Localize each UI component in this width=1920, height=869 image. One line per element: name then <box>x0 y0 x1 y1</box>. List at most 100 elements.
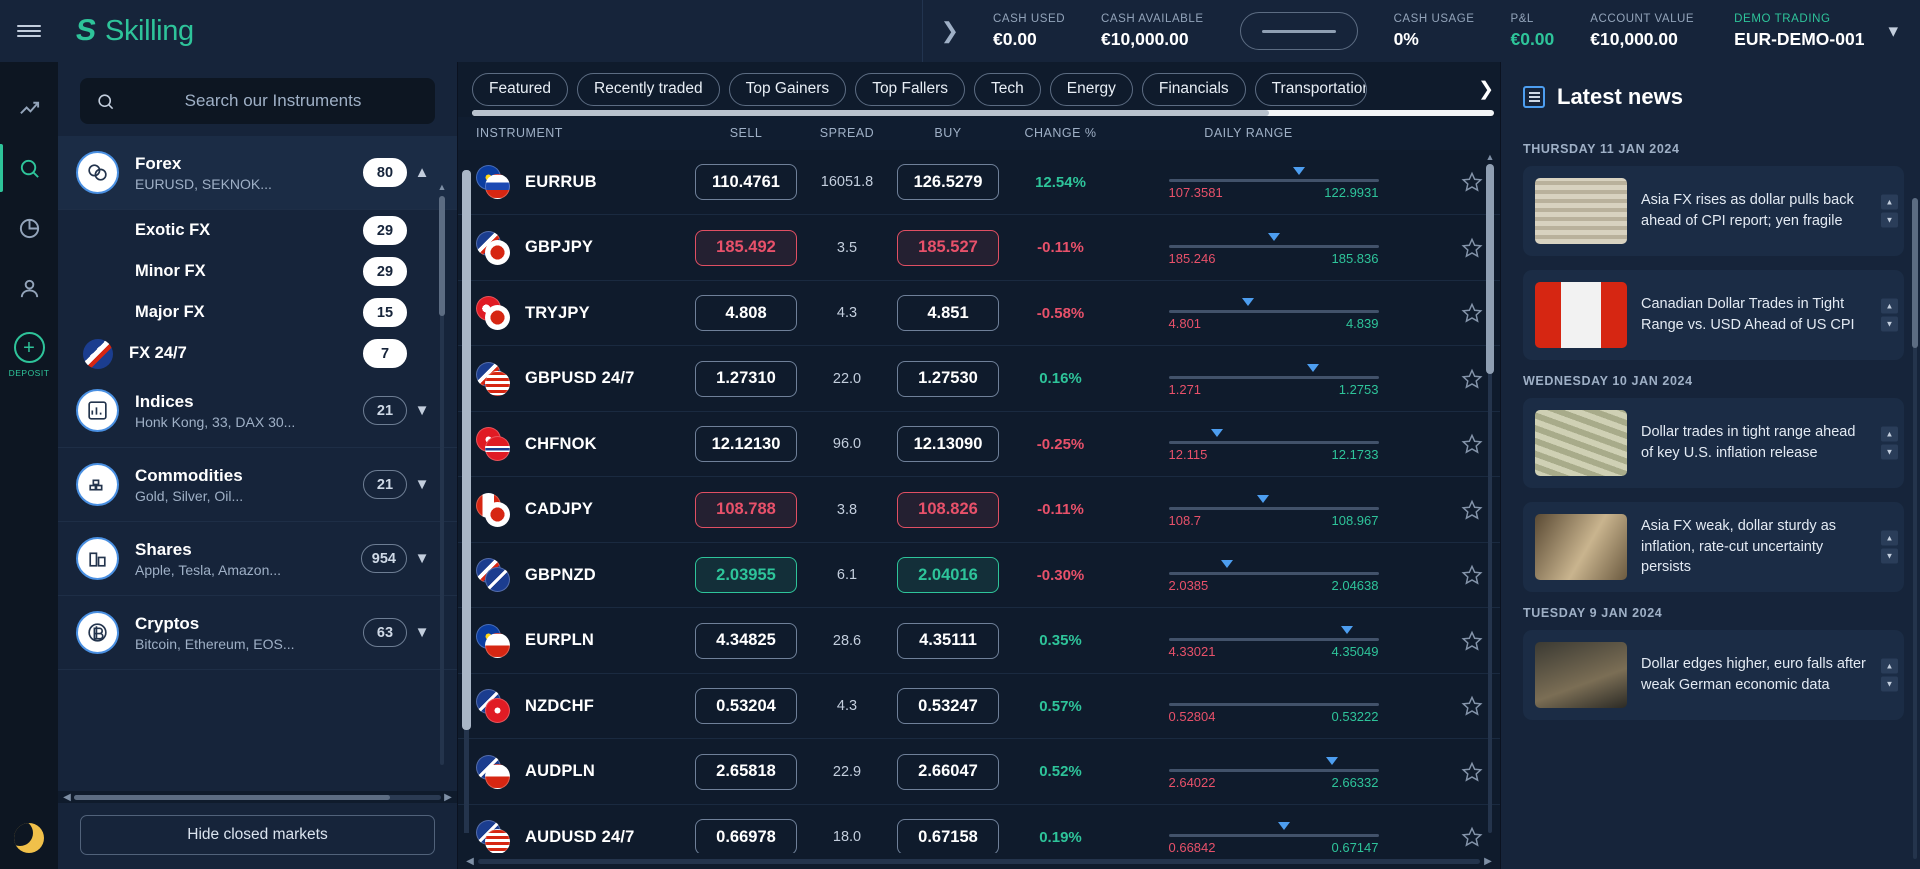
sell-price-button[interactable]: 2.03955 <box>695 557 797 594</box>
tab-transportation[interactable]: Transportation <box>1254 72 1367 106</box>
table-scrollbar[interactable]: ▲ <box>1484 152 1496 845</box>
news-item[interactable]: Dollar edges higher, euro falls after we… <box>1523 630 1904 720</box>
buy-price-button[interactable]: 0.53247 <box>897 688 999 725</box>
scroll-left-icon[interactable]: ◀ <box>60 792 74 803</box>
sidebar-category-commodities[interactable]: Commodities Gold, Silver, Oil... 21 ▼ <box>58 448 457 522</box>
sell-price-button[interactable]: 12.12130 <box>695 426 797 463</box>
table-row[interactable]: TRYJPY 4.808 4.3 4.851 -0.58% 4.801 4.839 <box>458 281 1500 347</box>
hide-closed-markets-button[interactable]: Hide closed markets <box>80 815 435 855</box>
buy-price-button[interactable]: 0.67158 <box>897 819 999 854</box>
rail-item-account[interactable] <box>0 258 58 318</box>
news-item[interactable]: Dollar trades in tight range ahead of ke… <box>1523 398 1904 488</box>
sidebar-subcategory-exotic-fx[interactable]: Exotic FX 29 <box>58 210 457 251</box>
sidebar-category-cryptos[interactable]: Cryptos Bitcoin, Ethereum, EOS... 63 ▼ <box>58 596 457 670</box>
scroll-right-icon[interactable]: ▶ <box>441 792 455 803</box>
sell-price-button[interactable]: 4.808 <box>695 295 797 332</box>
brand-logo[interactable]: S Skilling <box>58 14 194 48</box>
sell-price-button[interactable]: 110.4761 <box>695 164 797 201</box>
tab-recently-traded[interactable]: Recently traded <box>577 72 720 106</box>
chevron-up-icon[interactable]: ▲ <box>407 164 437 181</box>
table-hscrollbar[interactable]: ◀ ▶ <box>458 853 1500 869</box>
cash-usage-gauge[interactable] <box>1239 12 1358 50</box>
sell-price-button[interactable]: 185.492 <box>695 229 797 266</box>
buy-price-button[interactable]: 4.35111 <box>897 622 999 659</box>
sidebar-subcategory-fx-24-7[interactable]: FX 24/7 7 <box>58 333 457 374</box>
sidebar-hscrollbar[interactable]: ◀ ▶ <box>58 791 457 803</box>
table-row[interactable]: GBPUSD 24/7 1.27310 22.0 1.27530 0.16% 1.271 1… <box>458 346 1500 412</box>
sidebar-category-forex[interactable]: Forex EURUSD, SEKNOK... 80 ▲ <box>58 136 457 210</box>
chevron-down-icon[interactable]: ▼ <box>1881 676 1898 692</box>
search-input[interactable] <box>127 91 419 111</box>
sell-price-button[interactable]: 0.66978 <box>695 819 797 854</box>
demo-account[interactable]: DEMO TRADING EUR-DEMO-001 <box>1712 13 1874 50</box>
table-row[interactable]: AUDPLN 2.65818 22.9 2.66047 0.52% 2.64022 2.66… <box>458 739 1500 805</box>
search-box[interactable] <box>80 78 435 124</box>
theme-toggle-icon[interactable] <box>14 823 44 853</box>
expand-account-icon[interactable]: ❯ <box>923 20 975 42</box>
tab-featured[interactable]: Featured <box>472 72 569 106</box>
table-row[interactable]: CHFNOK 12.12130 96.0 12.13090 -0.25% 12.115 12… <box>458 412 1500 478</box>
buy-price-button[interactable]: 185.527 <box>897 229 999 266</box>
sidebar-subcategory-major-fx[interactable]: Major FX 15 <box>58 292 457 333</box>
buy-price-button[interactable]: 12.13090 <box>897 426 999 463</box>
tab-top-gainers[interactable]: Top Gainers <box>728 72 847 106</box>
tab-top-fallers[interactable]: Top Fallers <box>855 72 965 106</box>
sidebar-subcategory-minor-fx[interactable]: Minor FX 29 <box>58 251 457 292</box>
tab-financials[interactable]: Financials <box>1141 72 1246 106</box>
sidebar-category-shares[interactable]: Shares Apple, Tesla, Amazon... 954 ▼ <box>58 522 457 596</box>
news-item-stepper[interactable]: ▲ ▼ <box>1881 658 1898 692</box>
table-row[interactable]: EURPLN 4.34825 28.6 4.35111 0.35% 4.33021 4.35… <box>458 608 1500 674</box>
sidebar-scrollbar[interactable]: ▲ <box>437 182 447 779</box>
table-row[interactable]: EURRUB 110.4761 16051.8 126.5279 12.54% 107.3… <box>458 150 1500 216</box>
scroll-right-icon[interactable]: ▶ <box>1480 856 1496 867</box>
chevron-down-icon[interactable]: ▼ <box>407 402 437 419</box>
chevron-down-icon[interactable]: ▾ <box>1874 20 1920 43</box>
chevron-up-icon[interactable]: ▲ <box>1881 298 1898 314</box>
news-item-stepper[interactable]: ▲ ▼ <box>1881 426 1898 460</box>
buy-price-button[interactable]: 126.5279 <box>897 164 999 201</box>
rail-item-search[interactable] <box>0 138 58 198</box>
chevron-down-icon[interactable]: ▼ <box>407 624 437 641</box>
news-item-stepper[interactable]: ▲ ▼ <box>1881 298 1898 332</box>
sell-price-button[interactable]: 2.65818 <box>695 753 797 790</box>
buy-price-button[interactable]: 4.851 <box>897 295 999 332</box>
sell-price-button[interactable]: 1.27310 <box>695 360 797 397</box>
table-row[interactable]: NZDCHF 0.53204 4.3 0.53247 0.57% 0.52804 0.532… <box>458 674 1500 740</box>
buy-price-button[interactable]: 108.826 <box>897 491 999 528</box>
scroll-left-icon[interactable]: ◀ <box>462 856 478 867</box>
news-item[interactable]: Asia FX weak, dollar sturdy as inflation… <box>1523 502 1904 592</box>
chevron-down-icon[interactable]: ▼ <box>1881 212 1898 228</box>
table-row[interactable]: AUDUSD 24/7 0.66978 18.0 0.67158 0.19% 0.6684… <box>458 805 1500 854</box>
chevron-up-icon[interactable]: ▲ <box>1881 530 1898 546</box>
rail-item-portfolio[interactable] <box>0 198 58 258</box>
buy-price-button[interactable]: 2.66047 <box>897 753 999 790</box>
chevron-down-icon[interactable]: ▼ <box>1881 548 1898 564</box>
table-left-scrollbar[interactable] <box>460 158 472 845</box>
chevron-down-icon[interactable]: ▼ <box>1881 316 1898 332</box>
tabs-next-icon[interactable]: ❯ <box>1456 69 1494 110</box>
news-scrollbar[interactable] <box>1912 198 1918 859</box>
sell-price-button[interactable]: 0.53204 <box>695 688 797 725</box>
deposit-button[interactable]: + DEPOSIT <box>9 332 50 378</box>
chevron-down-icon[interactable]: ▼ <box>407 550 437 567</box>
rail-item-chart[interactable] <box>0 78 58 138</box>
sell-price-button[interactable]: 108.788 <box>695 491 797 528</box>
news-item[interactable]: Canadian Dollar Trades in Tight Range vs… <box>1523 270 1904 360</box>
tab-energy[interactable]: Energy <box>1049 72 1133 106</box>
news-item-stepper[interactable]: ▲ ▼ <box>1881 194 1898 228</box>
chevron-down-icon[interactable]: ▼ <box>1881 444 1898 460</box>
buy-price-button[interactable]: 2.04016 <box>897 557 999 594</box>
chevron-up-icon[interactable]: ▲ <box>1881 658 1898 674</box>
tab-tech[interactable]: Tech <box>974 72 1041 106</box>
tabs-scrollbar[interactable] <box>472 109 1494 116</box>
menu-icon[interactable] <box>0 22 58 40</box>
news-item[interactable]: Asia FX rises as dollar pulls back ahead… <box>1523 166 1904 256</box>
sidebar-category-indices[interactable]: Indices Honk Kong, 33, DAX 30... 21 ▼ <box>58 374 457 448</box>
news-item-stepper[interactable]: ▲ ▼ <box>1881 530 1898 564</box>
table-row[interactable]: GBPJPY 185.492 3.5 185.527 -0.11% 185.246 185.… <box>458 215 1500 281</box>
table-row[interactable]: CADJPY 108.788 3.8 108.826 -0.11% 108.7 108.96… <box>458 477 1500 543</box>
buy-price-button[interactable]: 1.27530 <box>897 360 999 397</box>
chevron-down-icon[interactable]: ▼ <box>407 476 437 493</box>
chevron-up-icon[interactable]: ▲ <box>1881 194 1898 210</box>
sell-price-button[interactable]: 4.34825 <box>695 622 797 659</box>
